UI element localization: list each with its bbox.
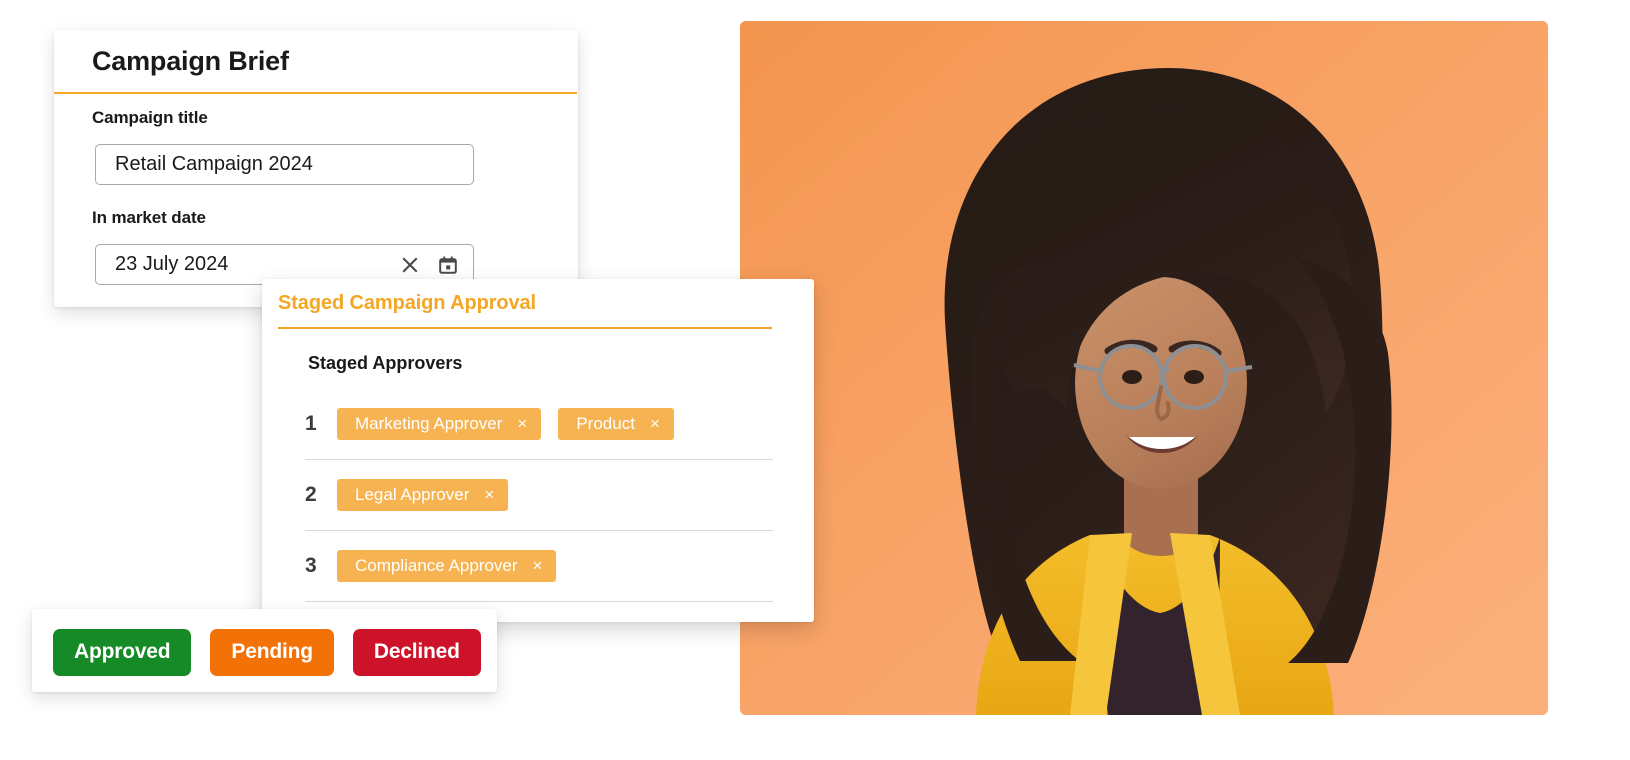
stage-number: 3 [305, 554, 317, 577]
status-button-approved[interactable]: Approved [53, 629, 192, 677]
approver-stage-row: 3 Compliance Approver × [305, 531, 773, 602]
approver-chip-label: Product [576, 414, 635, 433]
calendar-icon[interactable] [437, 254, 459, 276]
hero-photo [740, 21, 1548, 715]
campaign-brief-card: Campaign Brief Campaign title Retail Cam… [54, 30, 578, 307]
close-x-icon[interactable]: × [533, 557, 543, 574]
status-buttons-card: Approved Pending Declined [32, 609, 497, 692]
stage-number: 1 [305, 412, 317, 435]
close-x-icon[interactable]: × [517, 415, 527, 432]
status-button-pending[interactable]: Pending [210, 629, 334, 677]
eye-left [1122, 370, 1142, 384]
approver-chip-label: Marketing Approver [355, 414, 503, 433]
eye-right [1184, 370, 1204, 384]
status-button-group: Approved Pending Declined [53, 629, 481, 677]
staged-campaign-approval-card: Staged Campaign Approval Staged Approver… [262, 279, 814, 622]
campaign-brief-title: Campaign Brief [92, 46, 289, 76]
approver-chip[interactable]: Legal Approver × [337, 479, 509, 511]
approver-chip-label: Compliance Approver [355, 556, 518, 575]
approver-chip[interactable]: Marketing Approver × [337, 408, 542, 440]
close-x-icon[interactable]: × [484, 486, 494, 503]
staged-approvers-label: Staged Approvers [308, 353, 463, 373]
approver-stage-row: 1 Marketing Approver × Product × [305, 389, 773, 460]
in-market-date-value: 23 July 2024 [115, 253, 229, 275]
brief-title-underline [54, 92, 577, 94]
campaign-title-label: Campaign title [92, 108, 208, 127]
approver-stage-row: 2 Legal Approver × [305, 460, 773, 531]
approver-chip-group: Marketing Approver × Product × [337, 408, 674, 440]
stage-number: 2 [305, 483, 317, 506]
close-x-icon[interactable] [399, 254, 421, 276]
screen-root: Campaign Brief Campaign title Retail Cam… [0, 0, 1630, 760]
staged-campaign-approval-title: Staged Campaign Approval [278, 292, 537, 314]
approver-chip-label: Legal Approver [355, 485, 470, 504]
approver-chip-group: Compliance Approver × [337, 550, 557, 582]
woman-portrait-illustration [740, 21, 1548, 715]
approval-title-underline [278, 327, 772, 329]
approver-chip-group: Legal Approver × [337, 479, 509, 511]
in-market-date-label: In market date [92, 208, 206, 227]
campaign-title-input[interactable]: Retail Campaign 2024 [95, 144, 474, 185]
approver-chip[interactable]: Product × [558, 408, 674, 440]
status-button-declined[interactable]: Declined [352, 629, 481, 677]
staged-approver-list: 1 Marketing Approver × Product × 2 Legal Appro… [305, 389, 773, 602]
approver-chip[interactable]: Compliance Approver × [337, 550, 557, 582]
close-x-icon[interactable]: × [650, 415, 660, 432]
